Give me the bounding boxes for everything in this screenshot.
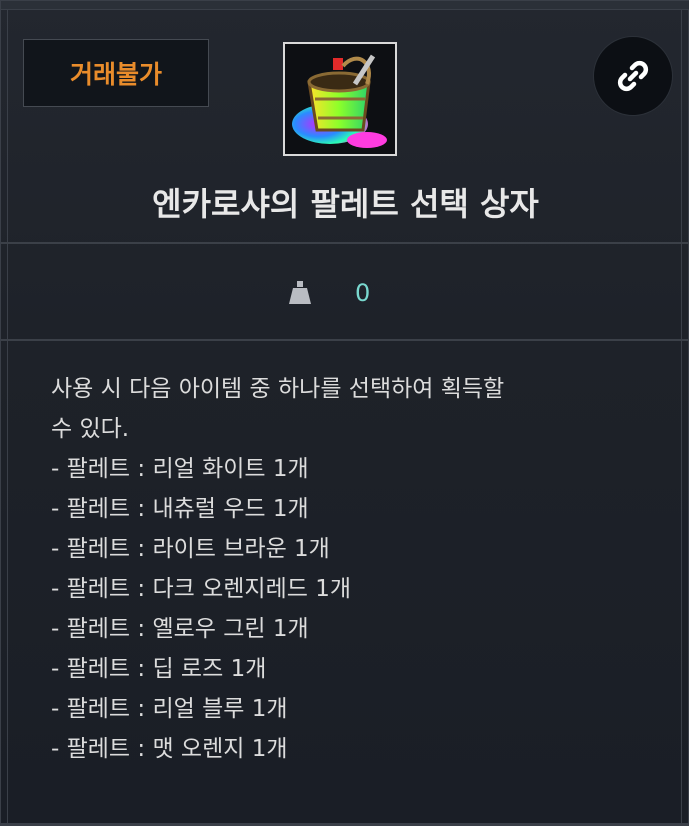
item-title: 엔카로샤의 팔레트 선택 상자 (152, 185, 539, 223)
palette-option: - 팔레트 : 내츄럴 우드 1개 (51, 496, 309, 522)
palette-option: - 팔레트 : 옐로우 그린 1개 (51, 616, 309, 642)
palette-option: - 팔레트 : 라이트 브라운 1개 (51, 536, 330, 562)
weight-value: 0 (355, 279, 371, 307)
palette-option: - 팔레트 : 리얼 블루 1개 (51, 696, 288, 722)
link-icon (617, 60, 649, 92)
trade-restriction-badge: 거래불가 (23, 39, 209, 107)
palette-option: - 팔레트 : 다크 오렌지레드 1개 (51, 576, 351, 602)
item-header: 거래불가 엔카로샤의 팔레트 선택 상자 (1, 9, 689, 243)
description-intro-line: 수 있다. (51, 416, 130, 442)
header-divider (1, 242, 689, 244)
description-intro-line: 사용 시 다음 아이템 중 하나를 선택하여 획득할 (51, 376, 505, 402)
palette-option: - 팔레트 : 리얼 화이트 1개 (51, 456, 309, 482)
item-tooltip: 거래불가 엔카로샤의 팔레트 선택 상자 0 사용 시 다음 아이템 중 하나를… (0, 0, 689, 826)
palette-option: - 팔레트 : 맷 오렌지 1개 (51, 736, 288, 762)
item-description: 사용 시 다음 아이템 중 하나를 선택하여 획득할 수 있다. - 팔레트 :… (51, 369, 651, 769)
copy-link-button[interactable] (593, 36, 673, 116)
palette-option: - 팔레트 : 딥 로즈 1개 (51, 656, 267, 682)
weight-icon (289, 281, 311, 304)
tooltip-bottom-edge (1, 823, 689, 825)
weight-row: 0 (1, 245, 689, 339)
weight-divider (1, 339, 689, 341)
paint-bucket-icon (283, 42, 397, 156)
